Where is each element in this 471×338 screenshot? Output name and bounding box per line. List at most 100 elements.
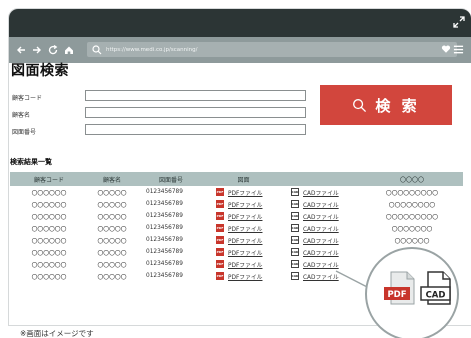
pdf-icon: PDF [216,212,224,220]
cad-icon: CAD [291,236,299,244]
cell-customer-code: 〇〇〇〇〇〇 [31,226,67,233]
cell-customer-name: 〇〇〇〇〇 [97,190,127,197]
cad-file-link[interactable]: CADファイル [303,260,339,269]
cad-icon: CAD [291,200,299,208]
cell-other: 〇〇〇〇〇〇〇 [391,226,433,233]
cad-file-icon-text: CAD [426,291,446,301]
table-row: 〇〇〇〇〇〇 〇〇〇〇〇 0123456789 PDF PDFファイル CAD CADファイ… [10,234,463,246]
cell-drawing-number: 0123456789 [146,213,183,219]
table-row: 〇〇〇〇〇〇 〇〇〇〇〇 0123456789 PDF PDFファイル CAD CADファイ… [10,222,463,234]
cad-file-link[interactable]: CADファイル [303,272,339,281]
cell-customer-code: 〇〇〇〇〇〇 [31,202,67,209]
cad-icon: CAD [291,188,299,196]
cad-icon: CAD [291,260,299,268]
cad-file-link[interactable]: CADファイル [303,224,339,233]
cell-pdf-file: PDF PDFファイル [206,224,281,233]
cell-other: 〇〇〇〇〇〇〇〇〇 [385,214,439,221]
pdf-icon: PDF [216,188,224,196]
expand-icon[interactable] [453,16,465,28]
cell-drawing-number: 0123456789 [146,225,183,231]
cell-customer-name: 〇〇〇〇〇 [97,250,127,257]
pdf-file-link[interactable]: PDFファイル [228,224,262,233]
header-other: 〇〇〇〇 [399,176,424,184]
cell-drawing-number: 0123456789 [146,189,183,195]
search-button[interactable]: 検 索 [320,85,452,125]
pdf-file-link[interactable]: PDFファイル [228,200,262,209]
pdf-file-link[interactable]: PDFファイル [228,248,262,257]
form-row-customer-name: 顧客名 [12,106,306,123]
cell-drawing-number: 0123456789 [146,249,183,255]
cell-pdf-file: PDF PDFファイル [206,200,281,209]
cell-cad-file: CAD CADファイル [281,260,361,269]
cad-icon: CAD [291,212,299,220]
pdf-icon: PDF [216,224,224,232]
customer-name-input[interactable] [85,107,306,118]
pdf-icon: PDF [216,272,224,280]
pdf-icon: PDF [216,200,224,208]
menu-icon[interactable] [453,44,464,55]
cad-file-icon[interactable]: CAD [420,271,452,305]
drawing-number-label: 図面番号 [12,129,37,136]
pdf-file-icon-text: PDF [387,290,406,300]
search-icon [353,98,367,112]
cell-drawing-number: 0123456789 [146,261,183,267]
form-row-customer-code: 顧客コード [12,89,306,106]
cell-customer-name: 〇〇〇〇〇 [97,262,127,269]
cad-file-link[interactable]: CADファイル [303,212,339,221]
cell-customer-code: 〇〇〇〇〇〇 [31,190,67,197]
cad-file-link[interactable]: CADファイル [303,248,339,257]
cell-drawing-number: 0123456789 [146,237,183,243]
cad-file-link[interactable]: CADファイル [303,188,339,197]
cad-icon: CAD [291,272,299,280]
cell-pdf-file: PDF PDFファイル [206,248,281,257]
cell-other: 〇〇〇〇〇〇 [394,238,430,245]
home-icon[interactable] [63,44,75,56]
reload-icon[interactable] [47,44,59,56]
header-customer-name: 顧客名 [102,176,121,184]
pdf-file-link[interactable]: PDFファイル [228,236,262,245]
cell-pdf-file: PDF PDFファイル [206,212,281,221]
cell-other: 〇〇〇〇〇〇〇〇 [388,202,436,209]
cad-file-link[interactable]: CADファイル [303,200,339,209]
cell-drawing-number: 0123456789 [146,273,183,279]
cell-customer-code: 〇〇〇〇〇〇 [31,238,67,245]
pdf-file-link[interactable]: PDFファイル [228,272,262,281]
cell-pdf-file: PDF PDFファイル [206,260,281,269]
cell-pdf-file: PDF PDFファイル [206,188,281,197]
search-icon [92,44,102,54]
cell-customer-code: 〇〇〇〇〇〇 [31,274,67,281]
header-customer-code: 顧客コード [33,176,64,184]
cell-customer-code: 〇〇〇〇〇〇 [31,262,67,269]
page-content: 図面検索 顧客コード 顧客名 図面番号 検 索 検索結果一覧 顧客コード 顧客名… [10,60,463,281]
pdf-file-link[interactable]: PDFファイル [228,188,262,197]
forward-arrow-icon[interactable] [31,44,43,56]
cell-customer-name: 〇〇〇〇〇 [97,226,127,233]
cell-pdf-file: PDF PDFファイル [206,272,281,281]
search-button-label: 検 索 [375,96,420,115]
cell-cad-file: CAD CADファイル [281,200,361,209]
cell-cad-file: CAD CADファイル [281,236,361,245]
cell-customer-name: 〇〇〇〇〇 [97,214,127,221]
cell-customer-code: 〇〇〇〇〇〇 [31,214,67,221]
header-drawing: 図面 [237,176,250,184]
header-drawing-number: 図面番号 [158,176,183,184]
pdf-file-icon[interactable]: PDF [383,271,417,305]
url-text: https://www.medi.co.jp/scanning/ [106,46,198,53]
page-title: 図面検索 [11,63,69,79]
address-bar[interactable]: https://www.medi.co.jp/scanning/ [87,42,457,57]
customer-code-input[interactable] [85,90,306,101]
table-header: 顧客コード 顧客名 図面番号 図面 〇〇〇〇 [10,172,463,186]
cell-customer-name: 〇〇〇〇〇 [97,202,127,209]
cell-customer-name: 〇〇〇〇〇 [97,238,127,245]
results-title: 検索結果一覧 [10,158,52,166]
cell-other: 〇〇〇〇〇〇〇〇〇 [385,190,439,197]
footnote: ※画面はイメージです [20,329,94,338]
drawing-number-input[interactable] [85,124,306,135]
back-arrow-icon[interactable] [15,44,27,56]
heart-icon[interactable] [441,44,451,54]
cell-drawing-number: 0123456789 [146,201,183,207]
pdf-file-link[interactable]: PDFファイル [228,212,262,221]
cad-file-link[interactable]: CADファイル [303,236,339,245]
customer-code-label: 顧客コード [12,95,43,102]
pdf-file-link[interactable]: PDFファイル [228,260,262,269]
